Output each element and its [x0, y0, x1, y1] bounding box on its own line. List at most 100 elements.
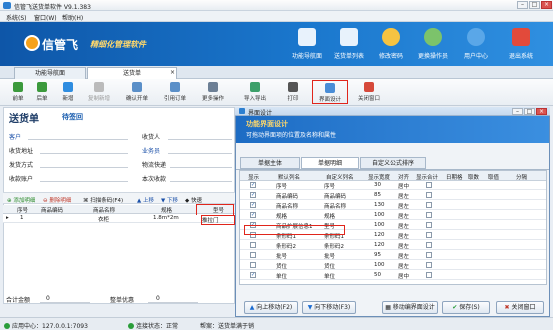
interface-design-button[interactable]: 界面设计: [312, 80, 348, 104]
minimize-button[interactable]: –: [517, 1, 528, 9]
shipping-field[interactable]: [40, 167, 128, 168]
show-checkbox[interactable]: [250, 262, 256, 268]
cell-default-name[interactable]: 条形码2: [276, 242, 296, 250]
total-checkbox[interactable]: [426, 242, 432, 248]
config-row[interactable]: ✓ 商品编码 商品编码 85 居左: [240, 191, 546, 200]
next-button[interactable]: 后单: [30, 82, 54, 102]
customer-field[interactable]: [28, 139, 128, 140]
total-checkbox[interactable]: [426, 202, 432, 208]
config-row[interactable]: ✓ 单位 单位 50 居中: [240, 271, 546, 280]
globe-icon[interactable]: [467, 28, 485, 46]
key-icon[interactable]: [382, 28, 400, 46]
move-up-dialog-button[interactable]: ▲ 向上移动(F2): [244, 301, 298, 314]
cell-align[interactable]: 居左: [398, 192, 409, 200]
cell-width[interactable]: 130: [374, 202, 385, 208]
cell-model[interactable]: 推拉门: [201, 215, 235, 225]
cell-custom-name[interactable]: 货位: [324, 262, 335, 270]
move-down-button[interactable]: ▼ 下移: [161, 196, 178, 204]
dialog-minimize-button[interactable]: –: [512, 108, 523, 115]
cell-width[interactable]: 100: [374, 262, 385, 268]
cell-custom-name[interactable]: 条形码2: [324, 242, 344, 250]
prev-button[interactable]: 前单: [6, 82, 30, 102]
add-detail-button[interactable]: ⊕ 添加明细: [7, 196, 35, 204]
nav-delivery-list[interactable]: 送货单列表: [329, 51, 369, 60]
total-checkbox[interactable]: [426, 192, 432, 198]
config-row[interactable]: ✓ 序号 序号 30 居中: [240, 181, 546, 190]
scan-barcode-button[interactable]: ⌘ 扫描条码(F4): [83, 196, 123, 204]
show-checkbox[interactable]: ✓: [250, 212, 256, 218]
total-checkbox[interactable]: [426, 262, 432, 268]
cell-custom-name[interactable]: 规格: [324, 212, 335, 220]
cell-width[interactable]: 120: [374, 242, 385, 248]
account-field[interactable]: [40, 181, 128, 182]
total-checkbox[interactable]: [426, 182, 432, 188]
cell-width[interactable]: 85: [374, 192, 381, 198]
cell-custom-name[interactable]: 单位: [324, 272, 335, 280]
cell-width[interactable]: 30: [374, 182, 381, 188]
tab-delivery-note[interactable]: 送货单: [87, 67, 177, 79]
menu-window[interactable]: 窗口(W): [34, 13, 57, 22]
nav-function-panel[interactable]: 功能导航面: [287, 51, 327, 60]
tab-document-main[interactable]: 单据主体: [240, 157, 300, 169]
cell-align[interactable]: 居中: [398, 182, 409, 190]
close-tab-icon[interactable]: ×: [170, 69, 175, 76]
receiver-field[interactable]: [168, 139, 232, 140]
config-row[interactable]: 批号 批号 95 居左: [240, 251, 546, 260]
logistics-field[interactable]: [170, 167, 232, 168]
maximize-button[interactable]: □: [529, 1, 540, 9]
confirm-button[interactable]: 确认开单: [120, 82, 154, 102]
cell-default-name[interactable]: 序号: [276, 182, 287, 190]
cell-custom-name[interactable]: 商品名称: [324, 202, 346, 210]
cell-align[interactable]: 居左: [398, 252, 409, 260]
config-row[interactable]: 货位 货位 100 居左: [240, 261, 546, 270]
total-checkbox[interactable]: [426, 222, 432, 228]
save-button[interactable]: ✔ 保存(S): [442, 301, 490, 314]
import-export-button[interactable]: 导入导出: [238, 82, 272, 102]
cell-custom-name[interactable]: 序号: [324, 182, 335, 190]
config-row[interactable]: 条形码2 条形码2 120 居左: [240, 241, 546, 250]
table-row[interactable]: ▸ 1 衣柜 1.8m*2m 推拉门: [3, 214, 235, 225]
power-icon[interactable]: [512, 28, 530, 46]
total-checkbox[interactable]: [426, 252, 432, 258]
delete-detail-button[interactable]: ⊖ 删除明细: [43, 196, 71, 204]
grid-icon[interactable]: [298, 28, 316, 46]
nav-exit-system[interactable]: 退出系统: [501, 51, 541, 60]
new-button[interactable]: 新增: [55, 82, 81, 102]
cell-align[interactable]: 居左: [398, 202, 409, 210]
cell-align[interactable]: 居中: [398, 272, 409, 280]
cell-default-name[interactable]: 商品名称: [276, 202, 298, 210]
close-button[interactable]: ×: [541, 1, 552, 9]
tab-custom-formula[interactable]: 自定义公式排序: [360, 157, 426, 169]
config-row[interactable]: ✓ 商品名称 商品名称 130 居左: [240, 201, 546, 210]
cell-default-name[interactable]: 规格: [276, 212, 287, 220]
cell-default-name[interactable]: 单位: [276, 272, 287, 280]
show-checkbox[interactable]: ✓: [250, 192, 256, 198]
total-checkbox[interactable]: [426, 212, 432, 218]
cell-align[interactable]: 居左: [398, 232, 409, 240]
cell-width[interactable]: 120: [374, 232, 385, 238]
show-checkbox[interactable]: ✓: [250, 272, 256, 278]
move-design-button[interactable]: ▦ 移动编界面设计: [382, 301, 438, 314]
payment-field[interactable]: [170, 181, 232, 182]
more-actions-button[interactable]: 更多操作: [196, 82, 230, 102]
cell-default-name[interactable]: 商品编码: [276, 192, 298, 200]
close-dialog-button[interactable]: ✖ 关闭窗口: [496, 301, 544, 314]
move-up-button[interactable]: ▲ 上移: [137, 196, 154, 204]
cell-align[interactable]: 居左: [398, 262, 409, 270]
show-checkbox[interactable]: [250, 242, 256, 248]
tab-document-detail[interactable]: 单据明细: [301, 157, 359, 169]
cell-default-name[interactable]: 批号: [276, 252, 287, 260]
address-field[interactable]: [40, 153, 128, 154]
user-switch-icon[interactable]: [424, 28, 442, 46]
menu-system[interactable]: 系统(S): [6, 13, 27, 22]
tab-function-panel[interactable]: 功能导航面: [14, 67, 86, 79]
cell-align[interactable]: 居左: [398, 222, 409, 230]
show-checkbox[interactable]: ✓: [250, 182, 256, 188]
cell-default-name[interactable]: 货位: [276, 262, 287, 270]
config-row[interactable]: ✓ 规格 规格 100 居左: [240, 211, 546, 220]
cell-width[interactable]: 100: [374, 222, 385, 228]
cell-width[interactable]: 50: [374, 272, 381, 278]
cell-width[interactable]: 95: [374, 252, 381, 258]
cell-align[interactable]: 居左: [398, 242, 409, 250]
show-checkbox[interactable]: ✓: [250, 202, 256, 208]
